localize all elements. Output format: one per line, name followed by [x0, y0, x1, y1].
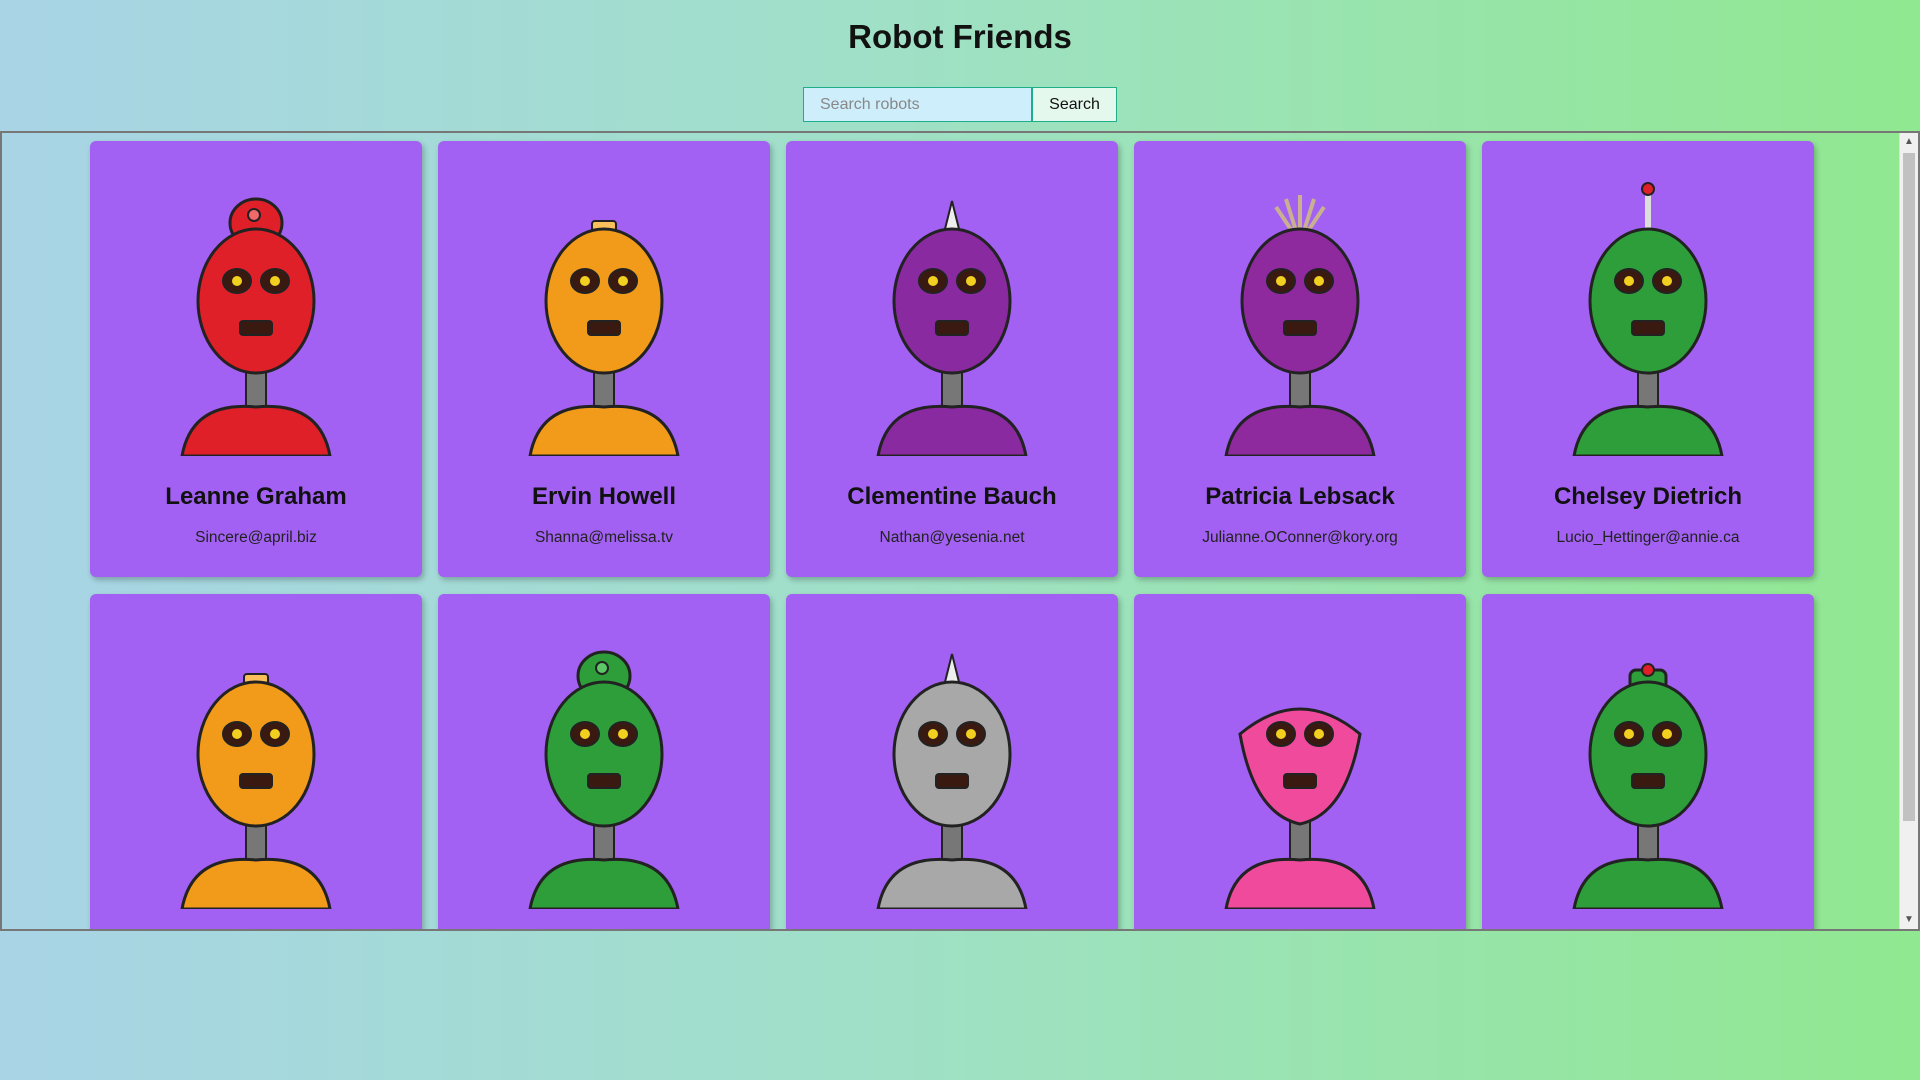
robot-email: Lucio_Hettinger@annie.ca — [1556, 529, 1740, 546]
scroll-down-arrow-icon[interactable]: ▼ — [1900, 911, 1918, 929]
robot-card[interactable]: Leanne Graham Sincere@april.biz — [90, 141, 422, 577]
robot-name: Ervin Howell — [531, 483, 677, 510]
scroll-up-arrow-icon[interactable]: ▲ — [1900, 133, 1918, 151]
robot-card[interactable] — [1482, 594, 1814, 929]
robot-email: Shanna@melissa.tv — [534, 529, 674, 546]
search-input[interactable] — [803, 87, 1032, 122]
robot-avatar — [528, 220, 680, 456]
robot-avatar — [180, 197, 332, 456]
robot-name: Leanne Graham — [165, 483, 347, 510]
robot-name: Patricia Lebsack — [1205, 483, 1395, 510]
robot-name: Clementine Bauch — [847, 483, 1057, 510]
robot-avatar — [1572, 182, 1724, 456]
robot-avatar — [876, 200, 1028, 456]
robot-avatar — [528, 650, 680, 909]
robot-card[interactable] — [786, 594, 1118, 929]
scrollbar-thumb[interactable] — [1903, 153, 1915, 821]
robot-avatar — [180, 673, 332, 909]
robot-list-scroll-area[interactable]: Leanne Graham Sincere@april.biz Ervin How… — [0, 131, 1920, 931]
robot-card[interactable]: Ervin Howell Shanna@melissa.tv — [438, 141, 770, 577]
robot-card[interactable]: Patricia Lebsack Julianne.OConner@kory.or… — [1134, 141, 1466, 577]
robot-avatar — [1224, 707, 1376, 909]
search-bar: Search — [803, 87, 1117, 122]
robot-name: Chelsey Dietrich — [1553, 483, 1743, 510]
robot-email: Julianne.OConner@kory.org — [1202, 529, 1398, 546]
robot-email: Nathan@yesenia.net — [879, 529, 1025, 546]
robot-card[interactable] — [90, 594, 422, 929]
robot-avatar — [876, 653, 1028, 909]
robot-card[interactable]: Chelsey Dietrich Lucio_Hettinger@annie.ca — [1482, 141, 1814, 577]
robot-card[interactable]: Clementine Bauch Nathan@yesenia.net — [786, 141, 1118, 577]
search-button[interactable]: Search — [1032, 87, 1117, 122]
robot-email: Sincere@april.biz — [195, 529, 317, 546]
page-title: Robot Friends — [848, 18, 1072, 55]
robot-card[interactable] — [438, 594, 770, 929]
robot-avatar — [1572, 663, 1724, 909]
robot-card[interactable] — [1134, 594, 1466, 929]
robot-avatar — [1224, 195, 1376, 456]
vertical-scrollbar[interactable]: ▲ ▼ — [1899, 133, 1918, 929]
